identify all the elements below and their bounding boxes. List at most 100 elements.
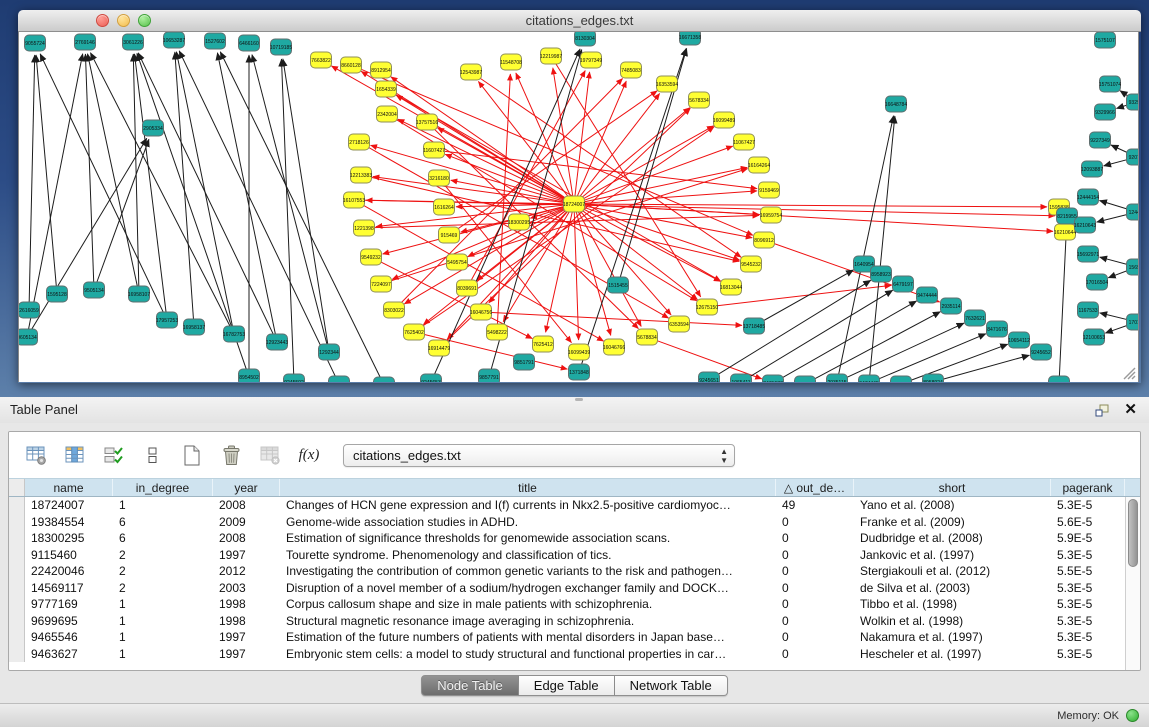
network-node[interactable]: 10654112 (1008, 332, 1030, 348)
network-node[interactable]: 9159469 (759, 182, 780, 198)
network-node[interactable]: 1167533 (1078, 302, 1099, 318)
close-window-button[interactable] (96, 14, 109, 27)
network-node[interactable]: 7632622 (795, 376, 816, 382)
citation-edge-red[interactable] (580, 204, 1053, 231)
delete-table-icon[interactable] (257, 443, 283, 467)
citation-edge-black[interactable] (36, 55, 56, 288)
table-row[interactable]: 946362711997Embryonic stem cells: a mode… (9, 646, 1125, 663)
citation-edge-black[interactable] (838, 116, 893, 376)
network-node[interactable]: 12213383 (350, 167, 372, 183)
network-node[interactable]: 6479197 (893, 276, 914, 292)
citation-edge-black[interactable] (907, 344, 1008, 382)
network-node[interactable]: 2905334 (143, 120, 164, 136)
network-node[interactable]: 7663822 (311, 52, 332, 68)
network-node[interactable]: 16813044 (720, 279, 742, 295)
column-header-short[interactable]: short (854, 479, 1051, 496)
citation-edge-red[interactable] (575, 72, 590, 198)
column-header-out_degree[interactable]: △ out_de… (776, 479, 854, 496)
network-node[interactable]: 16671358 (679, 32, 701, 45)
network-node[interactable]: 8471676 (987, 321, 1008, 337)
citation-edge-red[interactable] (470, 71, 585, 283)
network-node[interactable]: 16914479 (428, 340, 450, 356)
network-node[interactable]: 9245652 (1031, 344, 1052, 360)
table-row[interactable]: 911546021997Tourette syndrome. Phenomeno… (9, 547, 1125, 564)
table-settings-icon[interactable] (23, 443, 49, 467)
network-node[interactable]: 2935114 (941, 298, 962, 314)
column-select-icon[interactable] (62, 443, 88, 467)
network-node[interactable]: 915469 (439, 227, 460, 243)
network-node[interactable]: 10719185 (270, 39, 292, 55)
table-row[interactable]: 2242004622012Investigating the contribut… (9, 563, 1125, 580)
column-header-pagerank[interactable]: pagerank (1051, 479, 1125, 496)
minimize-window-button[interactable] (117, 14, 130, 27)
citation-edge-black[interactable] (939, 355, 1030, 380)
network-node[interactable]: 6466160 (239, 35, 260, 51)
citation-edge-black[interactable] (96, 139, 149, 284)
network-node[interactable]: 13718485 (743, 318, 765, 334)
network-node[interactable]: 17016504 (1086, 274, 1108, 290)
table-row[interactable]: 1872400712008Changes of HCN gene express… (9, 497, 1125, 514)
network-node[interactable]: 9329966 (1095, 104, 1116, 120)
splitter-handle[interactable] (575, 398, 583, 401)
network-node[interactable]: 9851791 (514, 354, 535, 370)
network-node[interactable]: 932996 (1127, 94, 1140, 110)
network-node[interactable]: 3061226 (123, 34, 144, 50)
network-node[interactable]: 9227349 (1090, 132, 1111, 148)
network-node[interactable]: 5678834 (637, 329, 658, 345)
network-node[interactable]: 18724007 (563, 196, 585, 212)
network-node[interactable]: 11607427 (423, 142, 445, 158)
network-node[interactable]: 12923443 (266, 334, 288, 350)
citation-edge-red[interactable] (770, 242, 940, 302)
network-node[interactable]: 2616059 (19, 302, 40, 318)
network-node[interactable]: 8912954 (371, 62, 392, 78)
table-row[interactable]: 977716911998Corpus callosum shape and si… (9, 596, 1125, 613)
network-node[interactable]: 1515455 (608, 277, 629, 293)
citation-edge-black[interactable] (85, 54, 93, 284)
table-row[interactable]: 1456911722003Disruption of a novel membe… (9, 580, 1125, 597)
network-node[interactable]: 5495754 (447, 254, 468, 270)
citation-edge-black[interactable] (778, 301, 916, 380)
network-node[interactable]: 12444154 (1077, 189, 1099, 205)
citation-edge-black[interactable] (90, 53, 231, 329)
network-node[interactable]: 9245651 (699, 372, 720, 382)
citation-edge-black[interactable] (252, 55, 327, 347)
network-node[interactable]: 10653287 (163, 32, 185, 48)
network-node[interactable]: 13757516 (416, 114, 438, 130)
table-row[interactable]: 969969511998Structural magnetic resonanc… (9, 613, 1125, 630)
tab-node-table[interactable]: Node Table (421, 675, 519, 696)
network-node[interactable]: 16959754 (760, 207, 782, 223)
network-node[interactable]: 5678334 (689, 92, 710, 108)
row-check-icon[interactable] (101, 443, 127, 467)
table-row[interactable]: 946554611997Estimation of the future num… (9, 629, 1125, 646)
resize-grip[interactable] (1121, 365, 1136, 380)
network-node[interactable]: 7632621 (965, 310, 986, 326)
citation-edge-black[interactable] (88, 54, 138, 288)
rows-icon[interactable] (140, 443, 166, 467)
network-node[interactable]: 1371848 (569, 364, 590, 380)
citation-edge-black[interactable] (1097, 213, 1132, 222)
column-header-in_degree[interactable]: in_degree (113, 479, 213, 496)
network-node[interactable]: 12093887 (1081, 161, 1103, 177)
network-node[interactable]: 9474445 (859, 375, 880, 382)
column-header-title[interactable]: title (280, 479, 776, 496)
citation-edge-red[interactable] (404, 207, 568, 304)
citation-edge-black[interactable] (30, 138, 147, 332)
network-node[interactable]: 2342004 (377, 106, 398, 122)
citation-edge-black[interactable] (29, 55, 35, 304)
network-node[interactable]: 16107553 (343, 192, 365, 208)
delete-trash-icon[interactable] (218, 443, 244, 467)
citation-edge-red[interactable] (440, 151, 757, 189)
network-node[interactable]: 16210643 (1074, 217, 1096, 233)
column-header-name[interactable]: name (25, 479, 113, 496)
network-node[interactable]: 8958923 (871, 266, 892, 282)
citation-edge-red[interactable] (360, 200, 1055, 216)
column-header-year[interactable]: year (213, 479, 280, 496)
network-node[interactable]: 16958107 (128, 286, 150, 302)
network-node[interactable]: 16958137 (183, 319, 205, 335)
citation-edge-red[interactable] (392, 206, 568, 279)
network-node[interactable]: 11067427 (733, 134, 755, 150)
network-node[interactable]: 11548708 (500, 54, 522, 70)
network-node[interactable]: 7495104 (374, 377, 395, 382)
network-node[interactable]: 9605134 (19, 329, 38, 345)
network-node[interactable]: 9246565 (1049, 376, 1070, 382)
